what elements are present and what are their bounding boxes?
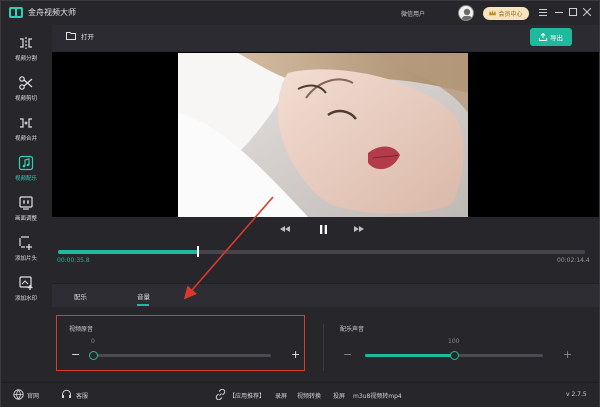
open-label: 打开: [81, 33, 94, 41]
app-recommend-label: 【应用推荐】: [229, 393, 266, 400]
title-bar: 金舟视频大师 微信用户 会员中心: [1, 1, 599, 25]
progress-track[interactable]: [58, 246, 585, 257]
music-volume-decrease-button[interactable]: −: [343, 349, 352, 360]
split-icon: [20, 37, 32, 49]
tab-music[interactable]: 配乐: [74, 291, 87, 301]
music-volume-handle[interactable]: [449, 351, 459, 360]
sidebar-item-music[interactable]: 视频配乐: [1, 153, 51, 187]
maximize-icon[interactable]: [568, 7, 578, 17]
merge-icon: [20, 118, 32, 128]
fast-forward-icon[interactable]: [352, 223, 366, 235]
video-frame: [178, 53, 468, 217]
sidebar-item-label: 视频剪切: [14, 96, 37, 102]
audio-tabs: 配乐 音量: [52, 283, 599, 307]
website-link[interactable]: 官网: [27, 391, 39, 400]
minimize-icon[interactable]: [554, 7, 564, 17]
version-label: v 2.7.5: [566, 391, 587, 398]
vip-center-label: 会员中心: [498, 11, 523, 18]
progress-fill: [58, 250, 199, 254]
active-tab-indicator: [137, 304, 149, 306]
footer-link-record[interactable]: 录屏: [275, 391, 287, 400]
sidebar-item-label: 添加水印: [14, 296, 37, 302]
sidebar-item-label: 视频分割: [14, 56, 37, 62]
music-note-icon: [18, 155, 34, 171]
current-time: 00:00:35.8: [57, 257, 90, 264]
video-preview[interactable]: [52, 52, 599, 217]
close-icon[interactable]: [582, 7, 592, 17]
menu-icon[interactable]: [538, 7, 548, 17]
sidebar-item-intro[interactable]: 添加片头: [1, 233, 51, 267]
scissors-icon: [19, 76, 33, 90]
folder-icon: [66, 32, 76, 40]
support-link[interactable]: 客服: [76, 391, 88, 400]
rewind-icon[interactable]: [278, 223, 292, 235]
sidebar-item-label: 视频合并: [14, 136, 37, 142]
footer-link-m3u8[interactable]: m3u8视频转mp4: [353, 391, 402, 400]
vip-center-button[interactable]: 会员中心: [483, 7, 529, 20]
avatar[interactable]: [458, 5, 474, 21]
original-volume-handle[interactable]: [88, 351, 98, 360]
export-label: 导出: [550, 34, 563, 42]
user-avatar-icon: [462, 8, 472, 20]
crown-icon: [489, 10, 497, 16]
globe-icon: [13, 389, 24, 400]
sidebar: 视频分割 视频剪切 视频合并 视频配乐 画面调整 添加片头 添加水印: [1, 25, 51, 381]
user-name[interactable]: 微信用户: [401, 9, 425, 18]
link-icon: [215, 389, 226, 400]
footer: 官网 客服 【应用推荐】 录屏 视频转换 投屏 m3u8视频转mp4 v 2.7…: [1, 382, 599, 407]
adjust-icon: [19, 196, 33, 210]
sidebar-item-label: 添加片头: [14, 256, 37, 262]
video-frame-image: [178, 53, 468, 217]
playback-controls: 00:00:35.8 00:02:14.4: [52, 217, 599, 283]
original-volume-slider[interactable]: [88, 351, 271, 360]
open-button[interactable]: 打开: [66, 31, 94, 41]
original-audio-title: 视频原音: [69, 326, 94, 333]
sidebar-item-merge[interactable]: 视频合并: [1, 113, 51, 147]
original-volume-increase-button[interactable]: +: [291, 349, 300, 360]
music-volume-increase-button[interactable]: +: [563, 349, 572, 360]
music-volume-slider[interactable]: [365, 351, 543, 360]
watermark-icon: [19, 276, 33, 290]
toolbar: 打开 导出: [52, 25, 599, 51]
headset-icon: [62, 389, 71, 398]
sidebar-item-cut[interactable]: 视频剪切: [1, 73, 51, 107]
app-title: 金舟视频大师: [28, 8, 76, 17]
export-button[interactable]: 导出: [530, 28, 572, 46]
footer-link-convert[interactable]: 视频转换: [297, 391, 321, 400]
original-audio-value: 0: [91, 338, 95, 345]
total-time: 00:02:14.4: [557, 257, 590, 264]
add-intro-icon: [19, 236, 32, 250]
progress-handle[interactable]: [197, 246, 200, 257]
sidebar-item-watermark[interactable]: 添加水印: [1, 273, 51, 307]
sidebar-item-label: 画面调整: [14, 216, 37, 222]
music-volume-fill: [365, 354, 454, 357]
volume-panel: 视频原音 0 − + 配乐声音 100 − +: [52, 307, 599, 381]
sidebar-item-label: 视频配乐: [14, 176, 37, 182]
tab-volume[interactable]: 音量: [137, 291, 150, 301]
app-window: 金舟视频大师 微信用户 会员中心 视频分割 视频剪切 视频合并 视频配乐 画面调…: [0, 0, 600, 407]
pause-icon[interactable]: [316, 223, 330, 235]
footer-link-cast[interactable]: 投屏: [333, 391, 345, 400]
music-audio-value: 100: [448, 338, 460, 345]
export-icon: [539, 33, 547, 41]
sidebar-item-adjust[interactable]: 画面调整: [1, 193, 51, 227]
original-volume-decrease-button[interactable]: −: [71, 349, 80, 360]
music-audio-title: 配乐声音: [340, 326, 365, 333]
panel-divider: [323, 324, 324, 371]
app-logo-icon: [9, 7, 23, 18]
sidebar-item-split[interactable]: 视频分割: [1, 33, 51, 67]
